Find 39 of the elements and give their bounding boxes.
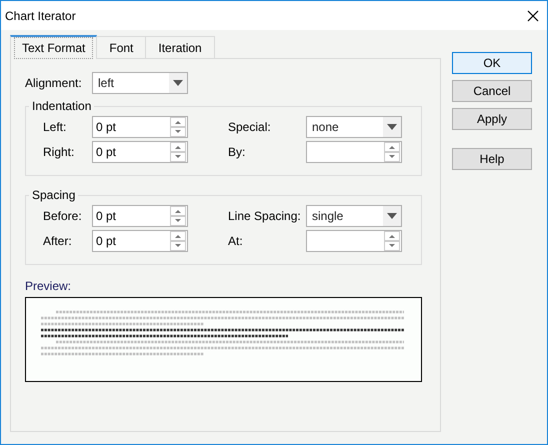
spinner-arrows-icon[interactable]: [170, 117, 186, 137]
dialog-button[interactable]: Help: [452, 148, 532, 170]
dialog-button[interactable]: Cancel: [452, 80, 532, 102]
field-label: Alignment:: [25, 75, 83, 92]
field-label: Special:: [228, 119, 272, 136]
dropdown[interactable]: none: [306, 116, 402, 138]
spin-field[interactable]: 0 pt: [92, 141, 188, 163]
window-title: Chart Iterator: [5, 8, 76, 24]
field-label: Right:: [43, 144, 76, 161]
tab[interactable]: Iteration: [146, 36, 215, 58]
spin-field[interactable]: 0 pt: [92, 205, 188, 227]
group-title: Spacing: [31, 187, 76, 204]
spinner-arrows-icon[interactable]: [384, 231, 400, 251]
spinner-arrows-icon[interactable]: [170, 231, 186, 251]
dropdown-arrow-icon: [387, 213, 397, 219]
dropdown[interactable]: single: [306, 205, 402, 227]
close-icon[interactable]: [527, 10, 539, 22]
field-label: Before:: [43, 208, 83, 225]
tab[interactable]: Text Format: [10, 35, 98, 59]
group-title: Indentation: [31, 98, 92, 115]
field-label: Left:: [43, 119, 68, 136]
spin-field[interactable]: [306, 141, 402, 163]
dialog-button[interactable]: Apply: [452, 108, 532, 130]
field-label: By:: [228, 144, 246, 161]
spinner-arrows-icon[interactable]: [170, 142, 186, 162]
dropdown[interactable]: left: [92, 72, 188, 94]
dialog-button[interactable]: OK: [452, 52, 532, 74]
spin-field[interactable]: 0 pt: [92, 116, 188, 138]
field-label: At:: [228, 233, 244, 250]
dropdown-arrow-icon: [173, 80, 183, 86]
field-label: Line Spacing:: [228, 208, 302, 225]
spin-field[interactable]: [306, 230, 402, 252]
preview-label: Preview:: [25, 278, 72, 295]
tab[interactable]: Font: [97, 36, 146, 58]
dropdown-arrow-icon: [387, 124, 397, 130]
spinner-arrows-icon[interactable]: [384, 142, 400, 162]
field-label: After:: [43, 233, 73, 250]
spin-field[interactable]: 0 pt: [92, 230, 188, 252]
spinner-arrows-icon[interactable]: [170, 206, 186, 226]
